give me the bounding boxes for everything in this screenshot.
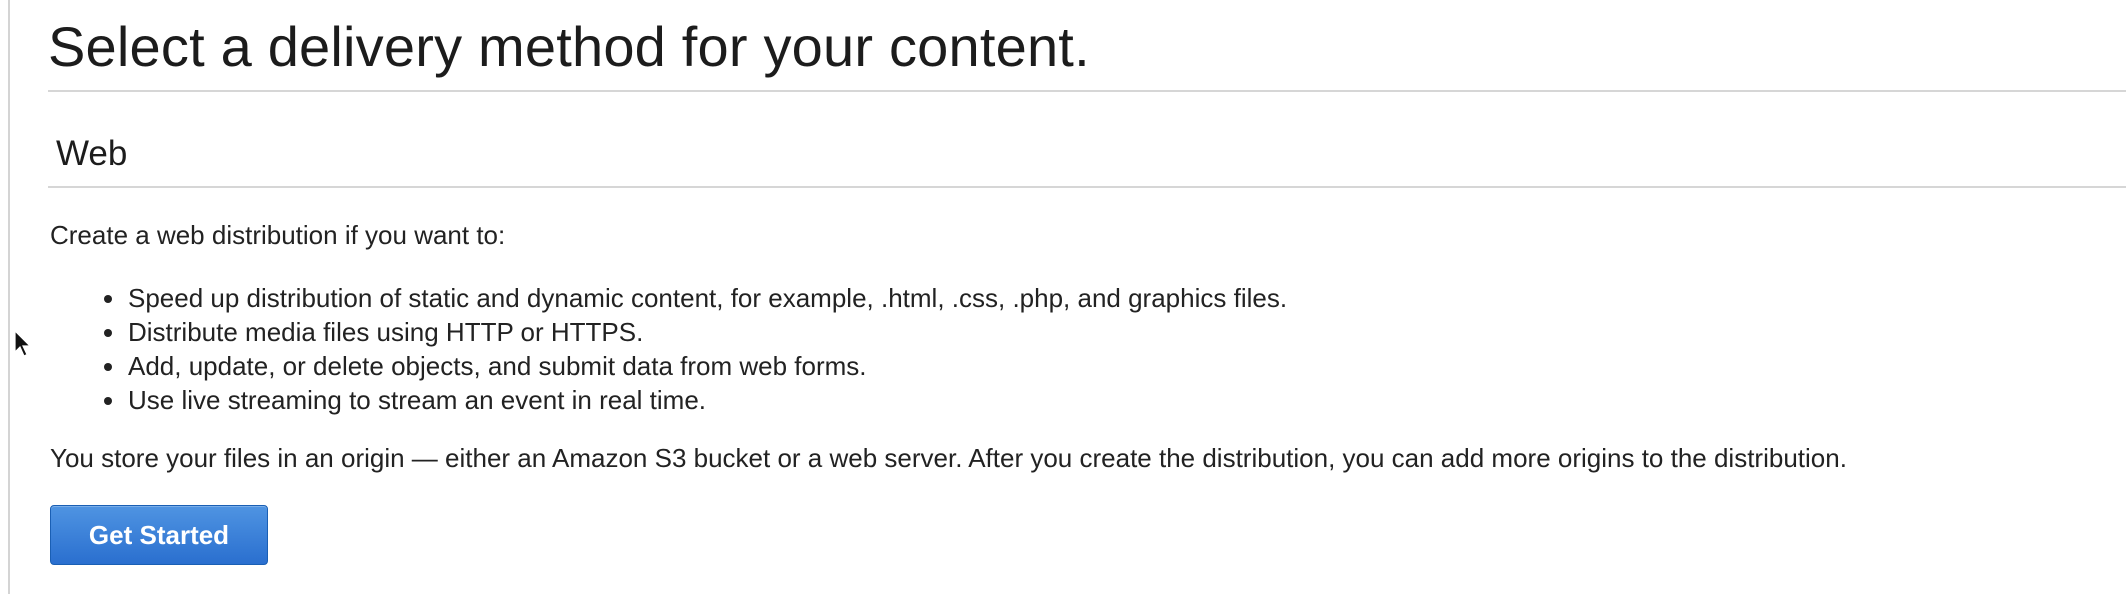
get-started-button[interactable]: Get Started [50,505,268,565]
web-feature-list: Speed up distribution of static and dyna… [100,281,1287,417]
bullet-icon [104,329,112,337]
mouse-pointer-icon [14,330,32,357]
page-title: Select a delivery method for your conten… [48,15,1090,78]
list-item: Add, update, or delete objects, and subm… [100,349,1287,383]
bullet-icon [104,397,112,405]
bullet-icon [104,295,112,303]
origin-note: You store your files in an origin — eith… [50,443,1847,473]
list-item: Speed up distribution of static and dyna… [100,281,1287,315]
list-item-text: Distribute media files using HTTP or HTT… [128,317,644,347]
list-item: Distribute media files using HTTP or HTT… [100,315,1287,349]
list-item-text: Use live streaming to stream an event in… [128,385,707,415]
left-panel-border [8,0,10,594]
section-divider [48,186,2126,188]
bullet-icon [104,363,112,371]
list-item: Use live streaming to stream an event in… [100,383,1287,417]
web-section-heading: Web [56,134,128,173]
list-item-text: Speed up distribution of static and dyna… [128,283,1288,313]
title-divider [48,90,2126,92]
list-item-text: Add, update, or delete objects, and subm… [128,351,867,381]
web-intro-text: Create a web distribution if you want to… [50,220,506,250]
